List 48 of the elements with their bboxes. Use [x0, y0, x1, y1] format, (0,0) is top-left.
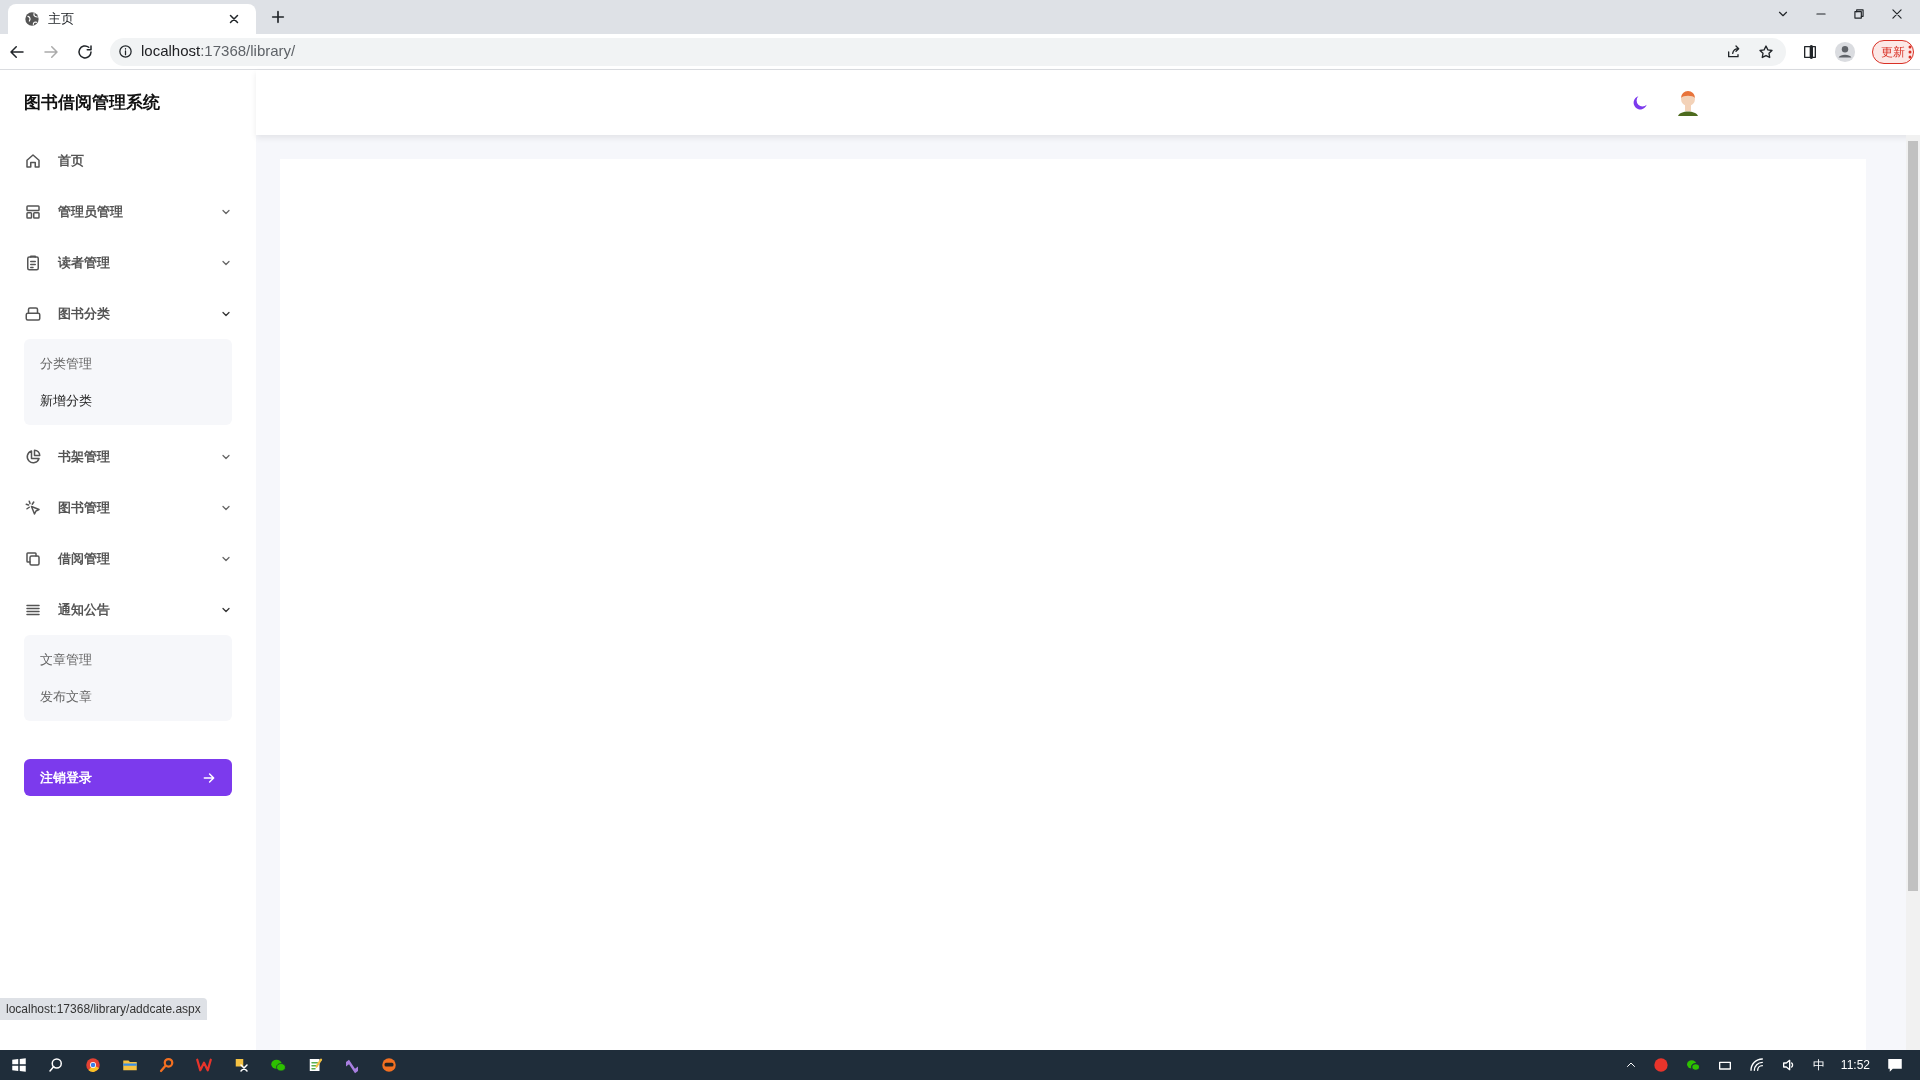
tab-title: 主页	[48, 10, 75, 29]
magnifier-icon[interactable]	[157, 1056, 176, 1074]
menu-item[interactable]: 书架管理	[0, 431, 256, 482]
logout-button[interactable]: 注销登录	[24, 759, 232, 796]
search-icon[interactable]	[46, 1056, 65, 1074]
browser-icon[interactable]	[83, 1056, 102, 1074]
url-text: localhost:17368/library/	[141, 41, 296, 62]
notification-icon[interactable]	[1886, 1056, 1904, 1074]
restore-icon[interactable]	[1852, 7, 1866, 21]
clock-time[interactable]: 11:52	[1840, 1056, 1870, 1074]
new-tab-icon[interactable]	[270, 9, 286, 25]
submenu-item[interactable]: 分类管理	[24, 345, 232, 382]
pointer-icon	[24, 498, 42, 517]
tray-icon	[24, 304, 42, 323]
menu-item[interactable]: 读者管理	[0, 237, 256, 288]
app-title: 图书借阅管理系统	[23, 91, 161, 114]
clipboard-icon	[24, 253, 42, 272]
pie-chart-icon	[24, 447, 42, 466]
scrollbar[interactable]	[1906, 135, 1920, 1050]
side-panel-icon[interactable]	[1802, 43, 1818, 60]
input-method[interactable]: 中	[1812, 1056, 1825, 1074]
arrow-right-icon	[202, 770, 216, 785]
menu-item[interactable]: 借阅管理	[0, 533, 256, 584]
submenu-item[interactable]: 文章管理	[24, 641, 232, 678]
menu-item[interactable]: 图书分类	[0, 288, 256, 339]
menu-item[interactable]: 通知公告	[0, 584, 256, 635]
more-icon[interactable]	[1908, 44, 1912, 59]
status-url: localhost:17368/library/addcate.aspx	[0, 998, 207, 1020]
menu-item[interactable]: 管理员管理	[0, 186, 256, 237]
copy-icon	[24, 549, 42, 568]
menu-item[interactable]: 图书管理	[0, 482, 256, 533]
update-button[interactable]: 更新	[1872, 39, 1914, 64]
layout-icon	[24, 202, 42, 221]
star-icon[interactable]	[1758, 43, 1774, 60]
browser-tab[interactable]: 主页	[8, 4, 256, 34]
windows-icon[interactable]	[9, 1056, 28, 1074]
menu-item[interactable]: 首页	[0, 135, 256, 186]
wifi-icon[interactable]	[1748, 1057, 1765, 1073]
submenu-item[interactable]: 发布文章	[24, 678, 232, 715]
home-icon	[24, 151, 42, 170]
info-icon	[118, 44, 133, 59]
chat-icon[interactable]	[1684, 1057, 1701, 1073]
address-field[interactable]: localhost:17368/library/	[110, 37, 1786, 66]
reload-icon[interactable]	[76, 42, 94, 61]
letter-w-icon[interactable]	[194, 1056, 213, 1074]
share-icon[interactable]	[1726, 43, 1742, 60]
profile-icon[interactable]	[1834, 40, 1856, 63]
submenu-item[interactable]: 新增分类	[24, 382, 232, 419]
